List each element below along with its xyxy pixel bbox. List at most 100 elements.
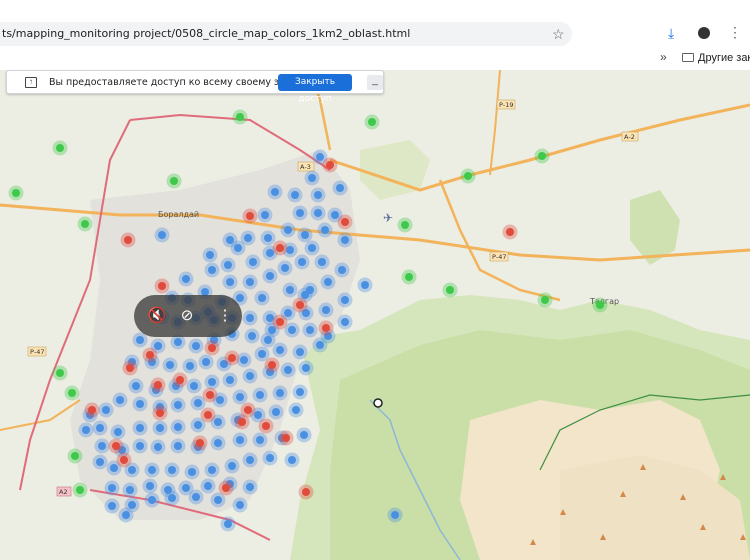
blue-marker[interactable] xyxy=(116,396,124,404)
blue-marker[interactable] xyxy=(174,401,182,409)
star-icon[interactable]: ☆ xyxy=(552,26,565,43)
blue-marker[interactable] xyxy=(331,211,339,219)
blue-marker[interactable] xyxy=(264,336,272,344)
red-marker[interactable] xyxy=(208,344,216,352)
blue-marker[interactable] xyxy=(224,261,232,269)
blue-marker[interactable] xyxy=(302,364,310,372)
blue-marker[interactable] xyxy=(192,342,200,350)
red-marker[interactable] xyxy=(120,456,128,464)
green-marker[interactable] xyxy=(446,286,454,294)
red-marker[interactable] xyxy=(196,439,204,447)
blue-marker[interactable] xyxy=(314,209,322,217)
red-marker[interactable] xyxy=(222,484,230,492)
blue-marker[interactable] xyxy=(288,326,296,334)
blue-marker[interactable] xyxy=(114,428,122,436)
green-marker[interactable] xyxy=(405,273,413,281)
hide-banner-button[interactable]: _ xyxy=(367,75,383,90)
menu-icon[interactable]: ⋮ xyxy=(728,24,742,41)
blue-marker[interactable] xyxy=(206,251,214,259)
blue-marker[interactable] xyxy=(154,342,162,350)
blue-marker[interactable] xyxy=(236,436,244,444)
blue-marker[interactable] xyxy=(190,382,198,390)
more-options-icon[interactable]: ⋮ xyxy=(214,305,236,327)
blue-marker[interactable] xyxy=(296,209,304,217)
blue-marker[interactable] xyxy=(194,399,202,407)
green-marker[interactable] xyxy=(12,189,20,197)
blue-marker[interactable] xyxy=(281,264,289,272)
blue-marker[interactable] xyxy=(276,346,284,354)
green-marker[interactable] xyxy=(368,118,376,126)
blue-marker[interactable] xyxy=(318,258,326,266)
blue-marker[interactable] xyxy=(296,348,304,356)
blue-marker[interactable] xyxy=(136,424,144,432)
red-marker[interactable] xyxy=(88,406,96,414)
blue-marker[interactable] xyxy=(240,356,248,364)
red-marker[interactable] xyxy=(158,282,166,290)
blue-marker[interactable] xyxy=(258,350,266,358)
green-marker[interactable] xyxy=(401,221,409,229)
blue-marker[interactable] xyxy=(146,482,154,490)
blue-marker[interactable] xyxy=(136,400,144,408)
red-marker[interactable] xyxy=(341,218,349,226)
red-marker[interactable] xyxy=(204,411,212,419)
blue-marker[interactable] xyxy=(216,396,224,404)
blue-marker[interactable] xyxy=(256,391,264,399)
blue-marker[interactable] xyxy=(256,436,264,444)
blue-marker[interactable] xyxy=(292,406,300,414)
address-bar[interactable]: ts/mapping_monitoring project/0508_circl… xyxy=(0,22,572,46)
blue-marker[interactable] xyxy=(322,306,330,314)
blue-marker[interactable] xyxy=(341,236,349,244)
blue-marker[interactable] xyxy=(208,266,216,274)
no-captions-icon[interactable]: ⊘ xyxy=(176,305,198,327)
map-svg[interactable]: Р-19 А-2 А-3 Р-47 Р-47 А2 Боралдай Талга… xyxy=(0,70,750,560)
extension-icon[interactable] xyxy=(698,27,710,39)
green-marker[interactable] xyxy=(236,113,244,121)
blue-marker[interactable] xyxy=(288,456,296,464)
blue-marker[interactable] xyxy=(341,296,349,304)
blue-marker[interactable] xyxy=(261,211,269,219)
red-marker[interactable] xyxy=(282,434,290,442)
blue-marker[interactable] xyxy=(266,272,274,280)
mute-icon[interactable]: 🔇 xyxy=(146,305,168,327)
blue-marker[interactable] xyxy=(391,511,399,519)
red-marker[interactable] xyxy=(238,418,246,426)
green-marker[interactable] xyxy=(541,296,549,304)
green-marker[interactable] xyxy=(56,144,64,152)
blue-marker[interactable] xyxy=(182,484,190,492)
blue-marker[interactable] xyxy=(156,424,164,432)
blue-marker[interactable] xyxy=(301,231,309,239)
blue-marker[interactable] xyxy=(108,502,116,510)
green-marker[interactable] xyxy=(71,452,79,460)
blue-marker[interactable] xyxy=(316,153,324,161)
red-marker[interactable] xyxy=(506,228,514,236)
blue-marker[interactable] xyxy=(272,408,280,416)
blue-marker[interactable] xyxy=(276,389,284,397)
blue-marker[interactable] xyxy=(338,266,346,274)
blue-marker[interactable] xyxy=(110,464,118,472)
blue-marker[interactable] xyxy=(214,439,222,447)
red-marker[interactable] xyxy=(126,364,134,372)
blue-marker[interactable] xyxy=(336,184,344,192)
red-marker[interactable] xyxy=(112,442,120,450)
red-marker[interactable] xyxy=(262,422,270,430)
blue-marker[interactable] xyxy=(98,442,106,450)
blue-marker[interactable] xyxy=(286,286,294,294)
blue-marker[interactable] xyxy=(174,423,182,431)
blue-marker[interactable] xyxy=(204,482,212,490)
blue-marker[interactable] xyxy=(306,326,314,334)
blue-marker[interactable] xyxy=(168,494,176,502)
red-marker[interactable] xyxy=(326,161,334,169)
blue-marker[interactable] xyxy=(226,376,234,384)
blue-marker[interactable] xyxy=(194,421,202,429)
blue-marker[interactable] xyxy=(254,411,262,419)
blue-marker[interactable] xyxy=(308,244,316,252)
red-marker[interactable] xyxy=(276,318,284,326)
blue-marker[interactable] xyxy=(246,314,254,322)
blue-marker[interactable] xyxy=(188,468,196,476)
green-marker[interactable] xyxy=(538,152,546,160)
blue-marker[interactable] xyxy=(291,191,299,199)
blue-marker[interactable] xyxy=(174,442,182,450)
blue-marker[interactable] xyxy=(246,278,254,286)
blue-marker[interactable] xyxy=(182,275,190,283)
blue-marker[interactable] xyxy=(208,378,216,386)
